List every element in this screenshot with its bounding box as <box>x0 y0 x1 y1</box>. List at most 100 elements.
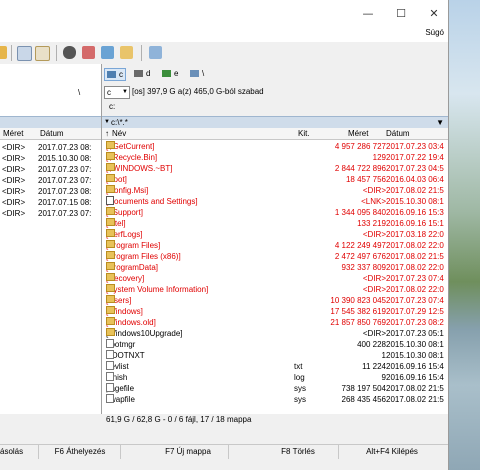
list-item[interactable]: <DIR> 2017.07.23 07: <box>0 208 101 219</box>
command-line[interactable] <box>0 428 448 442</box>
current-path: c: <box>109 102 116 111</box>
table-row[interactable]: [Intel] 133 219 2016.09.16 15:1 <box>102 218 448 229</box>
cell-date: 2017.07.23 07: <box>38 165 92 174</box>
cell-name: swapfile <box>106 394 135 405</box>
table-row[interactable]: Finish log 9 2016.09.16 15:4 <box>102 372 448 383</box>
menu-help[interactable]: Súgó <box>425 28 444 37</box>
cell-ext: sys <box>294 395 306 404</box>
cell-name: [Users] <box>106 295 131 306</box>
list-item[interactable]: <DIR> 2015.10.30 08: <box>0 153 101 164</box>
drive-icon <box>134 70 143 77</box>
left-panel: \ Méret Dátum <DIR> 2017.07.23 08: <DIR> 20… <box>0 64 102 414</box>
cell-size: 129 <box>372 153 386 162</box>
fkey-5-button[interactable]: Alt+F4 Kilépés <box>336 445 448 459</box>
url-icon[interactable] <box>35 46 50 61</box>
drive-button-e[interactable]: e <box>160 68 180 79</box>
cell-date: 2017.07.22 19:4 <box>386 153 444 162</box>
table-row[interactable]: [PerfLogs] <DIR> 2017.03.18 22:0 <box>102 229 448 240</box>
search-icon[interactable] <box>63 46 76 59</box>
table-row[interactable]: [Users] 10 390 823 045 2017.07.23 07:4 <box>102 295 448 306</box>
pack-icon[interactable] <box>0 46 7 59</box>
cell-name: [eSupport] <box>106 207 143 218</box>
cell-name: [$Recycle.Bin] <box>106 152 157 163</box>
col-ext[interactable]: Kit. <box>298 128 310 139</box>
table-row[interactable]: pagefile sys 738 197 504 2017.08.02 21:5 <box>102 383 448 394</box>
table-row[interactable]: devlist txt 11 224 2016.09.16 15:4 <box>102 361 448 372</box>
left-col-size[interactable]: Méret <box>3 128 23 139</box>
folder-icon <box>106 218 115 226</box>
table-row[interactable]: [Config.Msi] <DIR> 2017.08.02 21:5 <box>102 185 448 196</box>
drive-select[interactable]: c ▼ <box>104 86 130 99</box>
folder-icon <box>106 141 115 149</box>
left-col-date[interactable]: Dátum <box>40 128 64 139</box>
table-row[interactable]: [$GetCurrent] 4 957 286 727 2017.07.23 03:… <box>102 141 448 152</box>
table-row[interactable]: [$WINDOWS.~BT] 2 844 722 896 2017.07.23 04… <box>102 163 448 174</box>
folder-icon <box>106 207 115 215</box>
table-row[interactable]: [System Volume Information] <DIR> 2017.08.… <box>102 284 448 295</box>
table-row[interactable]: [ProgramData] 932 337 809 2017.08.02 22:0 <box>102 262 448 273</box>
table-row[interactable]: [eSupport] 1 344 095 840 2016.09.16 15:3 <box>102 207 448 218</box>
col-size[interactable]: Méret <box>348 128 368 139</box>
fkey-2-button[interactable]: F6 Áthelyezés <box>40 445 121 459</box>
cell-date: 2017.07.23 04:5 <box>386 164 444 173</box>
compare-icon[interactable] <box>101 46 114 59</box>
fkey-1-button[interactable]: ásolás <box>0 445 39 459</box>
list-item[interactable]: <DIR> 2017.07.23 07: <box>0 164 101 175</box>
fkey-4-button[interactable]: F8 Törlés <box>258 445 339 459</box>
folder-icon <box>106 152 115 160</box>
cell-date: 2016.09.16 15:4 <box>386 373 444 382</box>
cell-size: <LNK> <box>361 197 386 206</box>
table-row[interactable]: [Windows10Upgrade] <DIR> 2017.07.23 05:1 <box>102 328 448 339</box>
fkey-3-button[interactable]: F7 Új mappa <box>148 445 229 459</box>
ftp-icon[interactable] <box>17 46 32 61</box>
cell-date: 2017.03.18 22:0 <box>386 230 444 239</box>
cell-name: [$WINDOWS.~BT] <box>106 163 172 174</box>
table-row[interactable]: [Recovery] <DIR> 2017.07.23 07:4 <box>102 273 448 284</box>
desktop-background <box>448 0 480 470</box>
table-row[interactable]: [Program Files] 4 122 249 497 2017.08.02 2… <box>102 240 448 251</box>
cell-date: 2017.07.23 03:4 <box>386 142 444 151</box>
folder-icon <box>106 317 115 325</box>
list-item[interactable]: <DIR> 2017.07.23 08: <box>0 142 101 153</box>
drive-button-root[interactable]: \ <box>188 68 206 79</box>
folder-icon <box>106 273 115 281</box>
left-tab-bar[interactable] <box>0 116 101 128</box>
cell-date: 2017.07.23 07:4 <box>386 296 444 305</box>
table-row[interactable]: [Documents and Settings] <LNK> 2015.10.30 … <box>102 196 448 207</box>
notepad-icon[interactable] <box>149 46 162 59</box>
list-item[interactable]: <DIR> 2017.07.23 08: <box>0 186 101 197</box>
cell-name: [Intel] <box>106 218 126 229</box>
col-date[interactable]: Dátum <box>386 128 410 139</box>
maximize-icon[interactable]: ☐ <box>385 0 417 28</box>
table-row[interactable]: [Windows] 17 545 382 619 2017.07.29 12:5 <box>102 306 448 317</box>
table-row[interactable]: [Windows.old] 21 857 850 769 2017.07.23 08… <box>102 317 448 328</box>
cell-ext: log <box>294 373 305 382</box>
cell-date: 2015.10.30 08:1 <box>386 340 444 349</box>
cell-size: 400 228 <box>357 340 386 349</box>
multi-rename-icon[interactable] <box>82 46 95 59</box>
drive-button-d[interactable]: d <box>132 68 152 79</box>
cell-size: 4 122 249 497 <box>334 241 386 250</box>
file-icon <box>106 339 114 348</box>
tab-c-root[interactable]: c:\*.* <box>111 117 128 128</box>
list-item[interactable]: <DIR> 2017.07.15 08: <box>0 197 101 208</box>
table-row[interactable]: BOOTNXT 1 2015.10.30 08:1 <box>102 350 448 361</box>
minimize-icon[interactable]: — <box>352 0 384 28</box>
table-row[interactable]: [Program Files (x86)] 2 472 497 676 2017.0… <box>102 251 448 262</box>
list-item[interactable]: <DIR> 2017.07.23 07: <box>0 175 101 186</box>
right-file-list: [$GetCurrent] 4 957 286 727 2017.07.23 03:… <box>102 140 448 414</box>
sort-arrow-icon: ↑ <box>105 129 109 138</box>
drive-button-c[interactable]: c <box>104 68 126 81</box>
col-name[interactable]: Név <box>112 128 126 139</box>
tab-options[interactable]: ▼ <box>436 117 444 128</box>
table-row[interactable]: bootmgr 400 228 2015.10.30 08:1 <box>102 339 448 350</box>
cell-size: 11 224 <box>362 362 386 371</box>
table-row[interactable]: [$Recycle.Bin] 129 2017.07.22 19:4 <box>102 152 448 163</box>
cell-date: 2015.10.30 08:1 <box>386 197 444 206</box>
cell-name: [Config.Msi] <box>106 185 148 196</box>
close-icon[interactable]: ✕ <box>418 0 448 28</box>
table-row[interactable]: [Boot] 18 457 756 2016.04.03 06:4 <box>102 174 448 185</box>
sync-icon[interactable] <box>120 46 133 59</box>
drive-label: e <box>174 69 179 78</box>
table-row[interactable]: swapfile sys 268 435 456 2017.08.02 21:5 <box>102 394 448 405</box>
